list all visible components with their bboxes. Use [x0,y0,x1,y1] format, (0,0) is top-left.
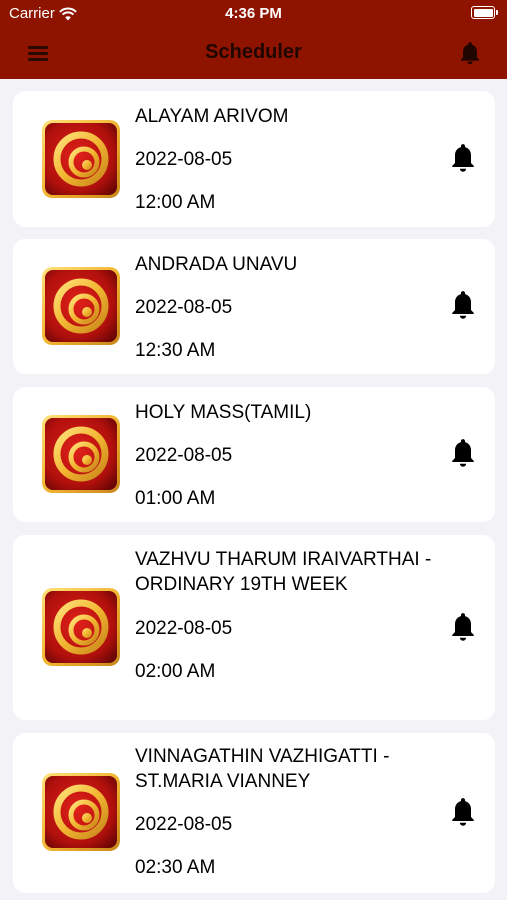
schedule-card-text: ANDRADA UNAVU 2022-08-05 12:30 AM [135,252,435,363]
schedule-card[interactable]: ANDRADA UNAVU 2022-08-05 12:30 AM [13,239,495,374]
program-title: VINNAGATHIN VAZHIGATTI -ST.MARIA VIANNEY [135,746,390,792]
program-title: ALAYAM ARIVOM [135,106,289,127]
program-logo [42,773,120,851]
program-title: VAZHVU THARUM IRAIVARTHAI - ORDINARY 19T… [135,549,432,595]
reminder-bell-icon[interactable] [449,612,477,644]
program-time: 12:00 AM [135,192,216,213]
app-header: Carrier 4:36 PM Scheduler [0,0,507,79]
schedule-list[interactable]: ALAYAM ARIVOM 2022-08-05 12:00 AM ANDRAD… [0,79,507,900]
battery-icon [471,6,498,19]
program-logo [42,267,120,345]
schedule-card-text: VINNAGATHIN VAZHIGATTI -ST.MARIA VIANNEY… [135,744,435,880]
program-time: 02:00 AM [135,661,216,682]
reminder-bell-icon[interactable] [449,438,477,470]
program-time: 12:30 AM [135,340,216,361]
schedule-card[interactable]: VAZHVU THARUM IRAIVARTHAI - ORDINARY 19T… [13,535,495,720]
reminder-bell-icon[interactable] [449,143,477,175]
program-date: 2022-08-05 [135,445,233,466]
page-title: Scheduler [205,41,302,63]
program-title: ANDRADA UNAVU [135,254,298,275]
bell-icon[interactable] [457,40,483,66]
program-date: 2022-08-05 [135,149,233,170]
program-date: 2022-08-05 [135,297,233,318]
navigation-bar: Scheduler [0,28,507,79]
program-date: 2022-08-05 [135,814,233,835]
schedule-card-text: HOLY MASS(TAMIL) 2022-08-05 01:00 AM [135,400,435,511]
program-logo [42,120,120,198]
reminder-bell-icon[interactable] [449,290,477,322]
status-bar: Carrier 4:36 PM [0,0,507,28]
schedule-card[interactable]: ALAYAM ARIVOM 2022-08-05 12:00 AM [13,91,495,227]
program-time: 01:00 AM [135,488,216,509]
program-time: 02:30 AM [135,857,216,878]
schedule-card[interactable]: HOLY MASS(TAMIL) 2022-08-05 01:00 AM [13,387,495,522]
program-date: 2022-08-05 [135,618,233,639]
status-time: 4:36 PM [225,5,282,22]
reminder-bell-icon[interactable] [449,797,477,829]
program-title: HOLY MASS(TAMIL) [135,402,312,423]
schedule-card[interactable]: VINNAGATHIN VAZHIGATTI -ST.MARIA VIANNEY… [13,733,495,893]
program-logo [42,415,120,493]
program-logo [42,588,120,666]
schedule-card-text: VAZHVU THARUM IRAIVARTHAI - ORDINARY 19T… [135,547,435,684]
schedule-card-text: ALAYAM ARIVOM 2022-08-05 12:00 AM [135,104,435,215]
